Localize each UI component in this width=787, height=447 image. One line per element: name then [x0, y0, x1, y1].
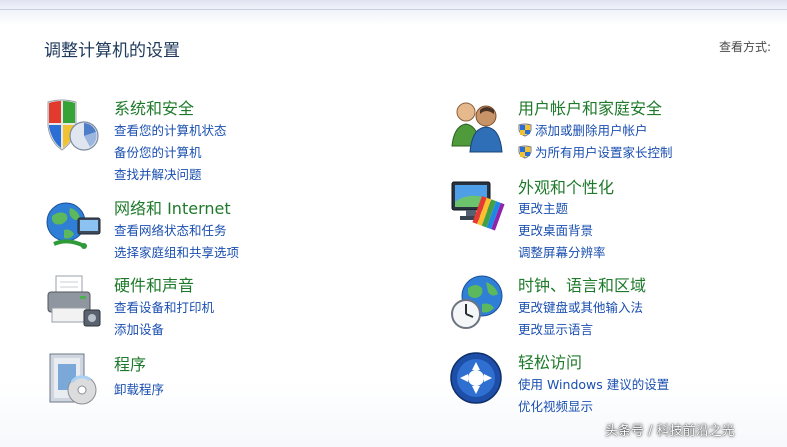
monitor-palette-icon[interactable]: [448, 174, 508, 234]
link-view-network-status[interactable]: 查看网络状态和任务: [114, 220, 227, 239]
watermark: 头条号 / 科技前沿之光: [605, 424, 735, 439]
link-label-parental-controls: 为所有用户设置家长控制: [535, 145, 673, 160]
link-backup-computer[interactable]: 备份您的计算机: [114, 142, 202, 161]
link-homegroup-sharing[interactable]: 选择家庭组和共享选项: [114, 242, 239, 261]
category-title-ease-of-access[interactable]: 轻松访问: [518, 349, 582, 373]
programs-box-icon[interactable]: [44, 350, 104, 410]
link-windows-recommended-settings[interactable]: 使用 Windows 建议的设置: [518, 374, 669, 393]
link-uninstall-program[interactable]: 卸载程序: [114, 379, 164, 398]
link-add-device[interactable]: 添加设备: [114, 319, 164, 338]
category-title-hardware-sound[interactable]: 硬件和声音: [114, 272, 194, 296]
shield-pie-icon[interactable]: [44, 96, 104, 156]
link-optimize-visual-display[interactable]: 优化视频显示: [518, 396, 593, 415]
category-title-programs[interactable]: 程序: [114, 351, 146, 375]
uac-shield-icon: [518, 123, 532, 137]
link-view-computer-status[interactable]: 查看您的计算机状态: [114, 120, 227, 139]
users-icon[interactable]: [448, 96, 508, 156]
link-troubleshoot[interactable]: 查找并解决问题: [114, 164, 202, 183]
category-title-user-accounts[interactable]: 用户帐户和家庭安全: [518, 95, 662, 119]
category-title-clock-language-region[interactable]: 时钟、语言和区域: [518, 272, 646, 296]
category-title-appearance[interactable]: 外观和个性化: [518, 174, 614, 198]
category-title-system-security[interactable]: 系统和安全: [114, 95, 194, 119]
network-globe-icon[interactable]: [44, 196, 104, 256]
page-title: 调整计算机的设置: [44, 41, 180, 61]
globe-clock-icon[interactable]: [448, 272, 508, 332]
link-add-remove-accounts[interactable]: 添加或删除用户帐户: [518, 120, 648, 139]
uac-shield-icon: [518, 145, 532, 159]
link-label-add-remove-accounts: 添加或删除用户帐户: [535, 123, 648, 138]
link-parental-controls[interactable]: 为所有用户设置家长控制: [518, 142, 673, 161]
link-change-keyboards[interactable]: 更改键盘或其他输入法: [518, 297, 643, 316]
category-title-network-internet[interactable]: 网络和 Internet: [114, 195, 231, 219]
link-change-background[interactable]: 更改桌面背景: [518, 220, 593, 239]
link-devices-printers[interactable]: 查看设备和打印机: [114, 297, 214, 316]
printer-icon[interactable]: [44, 272, 104, 332]
link-change-theme[interactable]: 更改主题: [518, 198, 568, 217]
link-change-display-language[interactable]: 更改显示语言: [518, 319, 593, 338]
link-screen-resolution[interactable]: 调整屏幕分辨率: [518, 242, 606, 261]
top-border: [0, 9, 787, 10]
ease-of-access-icon[interactable]: [448, 350, 508, 410]
view-by-label[interactable]: 查看方式:: [719, 38, 771, 55]
